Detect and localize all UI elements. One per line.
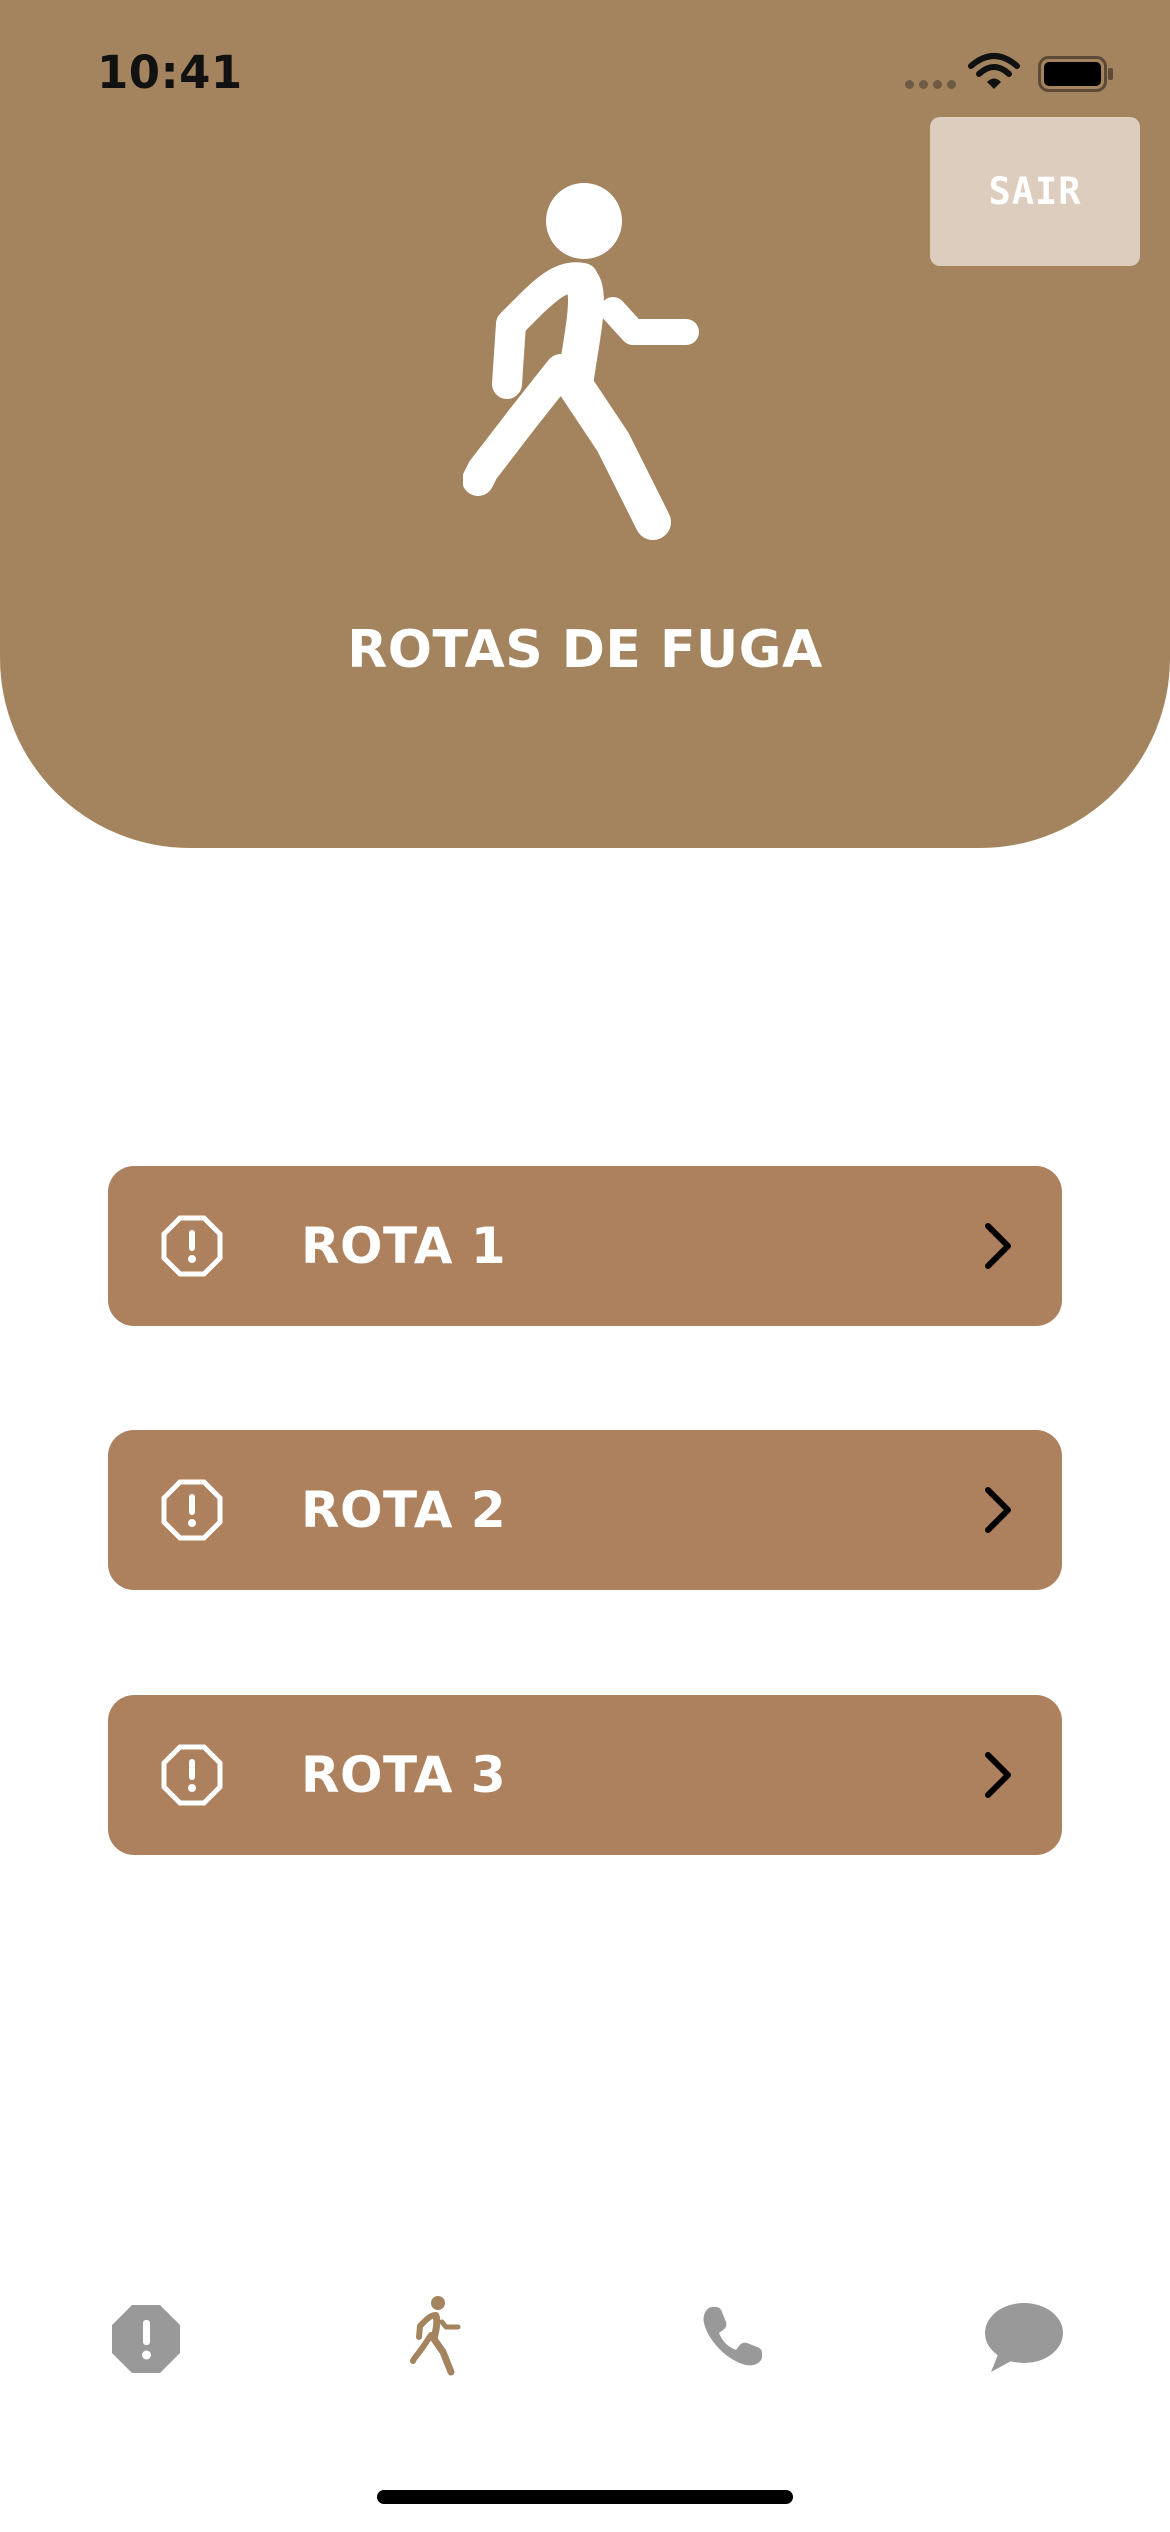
route-button-2[interactable]: ROTA 2 [108, 1430, 1062, 1590]
route-label: ROTA 3 [301, 1746, 507, 1804]
signal-icon [905, 80, 956, 89]
route-button-1[interactable]: ROTA 1 [108, 1166, 1062, 1326]
tab-alert[interactable] [110, 2303, 182, 2375]
walking-person-icon [463, 183, 699, 540]
home-indicator[interactable] [377, 2490, 793, 2504]
alert-octagon-icon [161, 1215, 223, 1277]
page-title: ROTAS DE FUGA [347, 620, 823, 680]
tab-chat[interactable] [983, 2300, 1065, 2376]
chevron-right-icon [985, 1487, 1011, 1533]
status-icons [905, 50, 1145, 100]
chevron-right-icon [985, 1752, 1011, 1798]
status-time: 10:41 [97, 46, 243, 99]
route-label: ROTA 1 [301, 1217, 507, 1275]
exit-button[interactable]: SAIR [930, 117, 1140, 266]
alert-octagon-icon [161, 1744, 223, 1806]
route-label: ROTA 2 [301, 1481, 507, 1539]
route-button-3[interactable]: ROTA 3 [108, 1695, 1062, 1855]
header-panel: 10:41 SAIR ROTAS DE FUGA [0, 0, 1170, 848]
wifi-icon [968, 53, 1020, 89]
battery-icon [1038, 56, 1113, 92]
chevron-right-icon [985, 1223, 1011, 1269]
alert-octagon-icon [161, 1479, 223, 1541]
tab-routes[interactable] [408, 2295, 468, 2379]
tab-phone[interactable] [698, 2303, 766, 2371]
